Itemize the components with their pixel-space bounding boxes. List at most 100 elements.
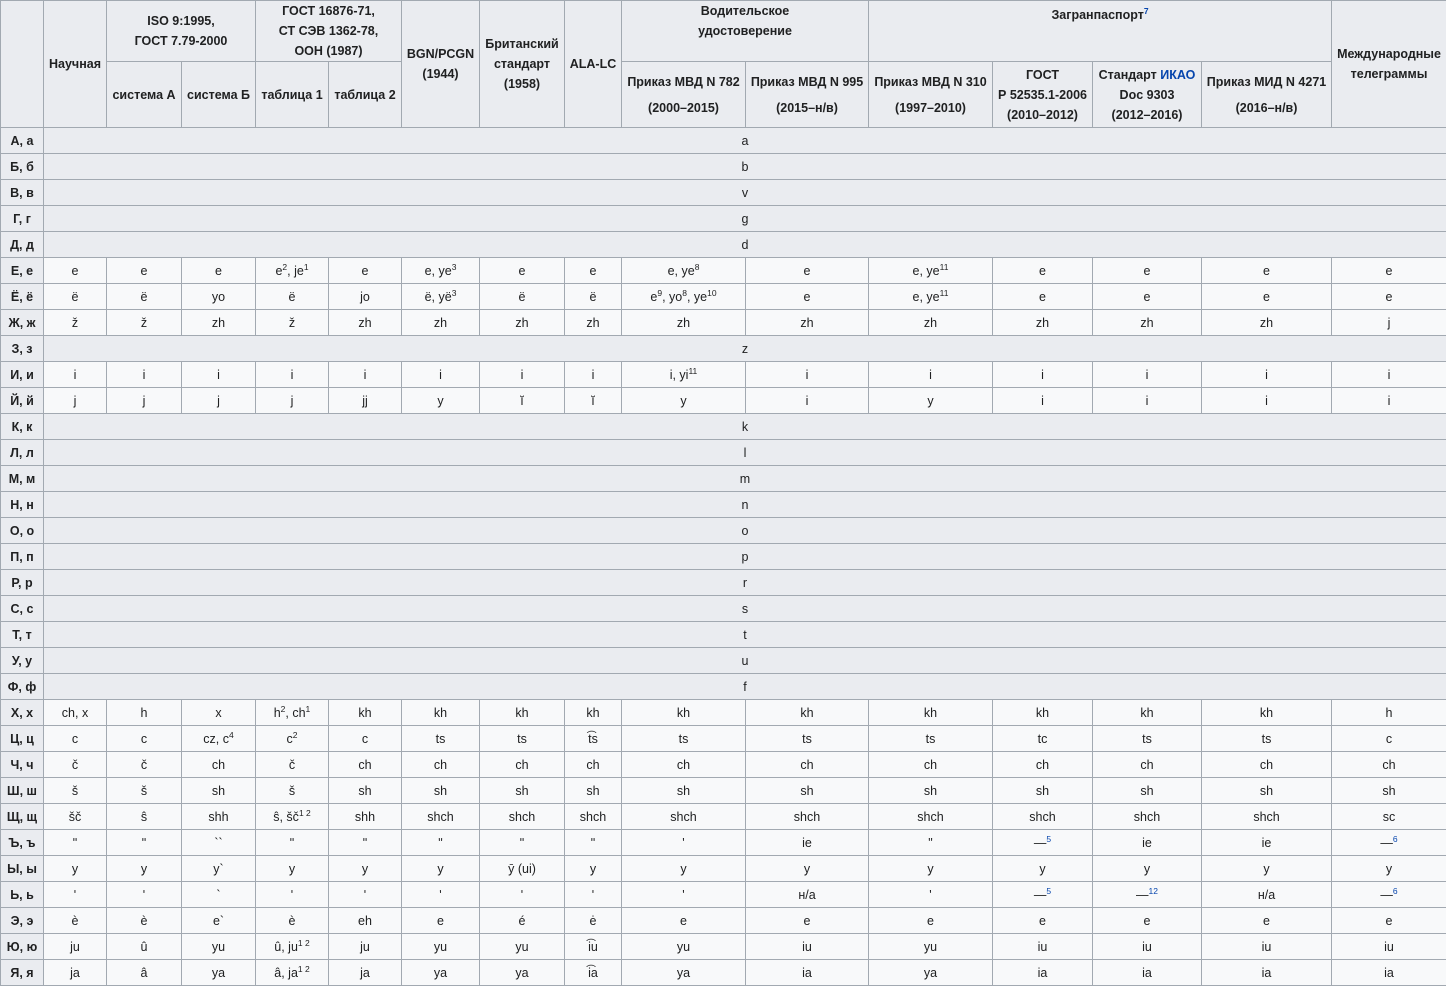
cell-text: kh — [676, 705, 691, 720]
table-cell: kh — [745, 699, 869, 726]
table-cell: ia — [745, 959, 869, 986]
table-cell: e — [181, 257, 256, 284]
table-cell: kh — [1092, 699, 1202, 726]
table-cell: ya — [621, 959, 746, 986]
table-cell: ŝ, šč1 2 — [255, 803, 329, 830]
cell-text: ʺ — [141, 835, 147, 850]
cell-text: iu — [1142, 939, 1152, 954]
table-cell: ju — [328, 933, 402, 960]
table-cell: н/а — [1200, 881, 1333, 908]
table-cell: zh — [181, 309, 256, 336]
footnote-ref[interactable]: 1 2 — [298, 937, 310, 947]
table-cell: zh — [868, 309, 993, 336]
footnote-ref[interactable]: 1 2 — [298, 963, 310, 973]
footnote-ref[interactable]: 6 — [1393, 885, 1398, 895]
table-cell: —6 — [1331, 881, 1446, 908]
cell-text: e — [1263, 263, 1270, 278]
cell-text: jj — [362, 393, 368, 408]
footnote-ref[interactable]: 1 — [304, 261, 309, 271]
table-cell: h — [106, 699, 182, 726]
row-letter: Ш, ш — [0, 777, 44, 804]
footnote-ref[interactable]: 7 — [1144, 6, 1149, 16]
footnote-ref[interactable]: 5 — [1046, 885, 1051, 895]
table-cell: û, ju1 2 — [255, 933, 329, 960]
cell-text: ʹ — [520, 887, 524, 902]
table-cell: ie — [745, 829, 869, 856]
footnote-ref[interactable]: 6 — [1393, 833, 1398, 843]
table-cell: è — [255, 907, 329, 934]
cell-text: i͡a — [588, 965, 598, 980]
cell-text: c — [140, 731, 148, 746]
cell-text: ie — [1142, 835, 1152, 850]
cell-text: š — [288, 783, 296, 798]
table-cell: ʹ — [106, 881, 182, 908]
cell-text: zh — [433, 315, 448, 330]
footnote-ref[interactable]: 4 — [229, 729, 234, 739]
cell-text: kh — [433, 705, 448, 720]
footnote-ref[interactable]: 12 — [1149, 885, 1158, 895]
footnote-ref[interactable]: 11 — [688, 365, 697, 375]
cell-text: y — [589, 861, 597, 876]
cell-text: e, ye — [667, 263, 695, 278]
table-cell: sh — [1200, 777, 1333, 804]
row-letter: Х, х — [0, 699, 44, 726]
row-letter: Ю, ю — [0, 933, 44, 960]
table-row: Я, я ja â ya â, ja1 2 ja ya ya i͡a ya ia ya ia ia ia ia — [0, 959, 1446, 986]
table-cell: y — [621, 855, 746, 882]
cell-text: y — [1143, 861, 1151, 876]
row-letter: Щ, щ — [0, 803, 44, 830]
cell-text: ts — [1142, 731, 1152, 746]
table-cell: ë — [43, 283, 107, 310]
footnote-ref[interactable]: 3 — [452, 261, 457, 271]
row-letter: Ж, ж — [0, 309, 44, 336]
footnote-ref[interactable]: 5 — [1046, 833, 1051, 843]
table-cell: jj — [328, 387, 402, 414]
table-cell: ë — [106, 283, 182, 310]
cell-text: i — [805, 367, 809, 382]
cell-text: ie — [802, 835, 812, 850]
table-cell: e, ye3 — [401, 257, 480, 284]
table-cell: ja — [328, 959, 402, 986]
footnote-ref[interactable]: 1 2 — [299, 807, 311, 817]
cell-text: y — [140, 861, 148, 876]
cell-text: ts — [517, 731, 527, 746]
cell-text: , ye — [686, 289, 708, 304]
cell-text: ch — [1035, 757, 1050, 772]
cell-text: ë — [288, 289, 296, 304]
cell-text: ' — [682, 887, 685, 902]
cell-text: y — [680, 861, 687, 876]
header-iso-b: система Б — [181, 61, 256, 128]
table-cell: iu — [745, 933, 869, 960]
table-cell: ch — [328, 751, 402, 778]
table-cell: i — [255, 361, 329, 388]
table-cell: j — [43, 387, 107, 414]
cell-text: ʺ — [438, 835, 443, 850]
footnote-ref[interactable]: 11 — [940, 261, 949, 271]
footnote-ref[interactable]: 1 — [306, 703, 311, 713]
table-cell: ch — [1092, 751, 1202, 778]
cell-text: ts — [925, 731, 936, 746]
table-cell: shch — [745, 803, 869, 830]
footnote-ref[interactable]: 3 — [452, 287, 457, 297]
footnote-ref[interactable]: 2 — [293, 729, 298, 739]
icao-link[interactable]: ИКАО — [1160, 68, 1195, 82]
table-row: А, аa — [0, 127, 1446, 154]
table-cell: j — [181, 387, 256, 414]
cell-text: i — [520, 367, 524, 382]
cell-text: ch — [211, 757, 226, 772]
row-letter: Р, р — [0, 569, 44, 596]
header-gost-table2: таблица 2 — [328, 61, 402, 128]
cell-text: yu — [211, 939, 226, 954]
footnote-ref[interactable]: 10 — [707, 287, 716, 297]
table-cell: zh — [1200, 309, 1333, 336]
table-cell: š — [255, 777, 329, 804]
cell-text: ĭ — [591, 393, 595, 408]
table-cell: iu — [992, 933, 1093, 960]
table-row: З, зz — [0, 335, 1446, 362]
footnote-ref[interactable]: 11 — [940, 287, 949, 297]
table-row: Ш, ш š š sh š sh sh sh sh sh sh sh sh sh sh sh — [0, 777, 1446, 804]
footnote-ref[interactable]: 8 — [695, 261, 700, 271]
cell-text: ch — [1382, 757, 1396, 772]
row-letter: И, и — [0, 361, 44, 388]
table-cell: ë, yë3 — [401, 283, 480, 310]
